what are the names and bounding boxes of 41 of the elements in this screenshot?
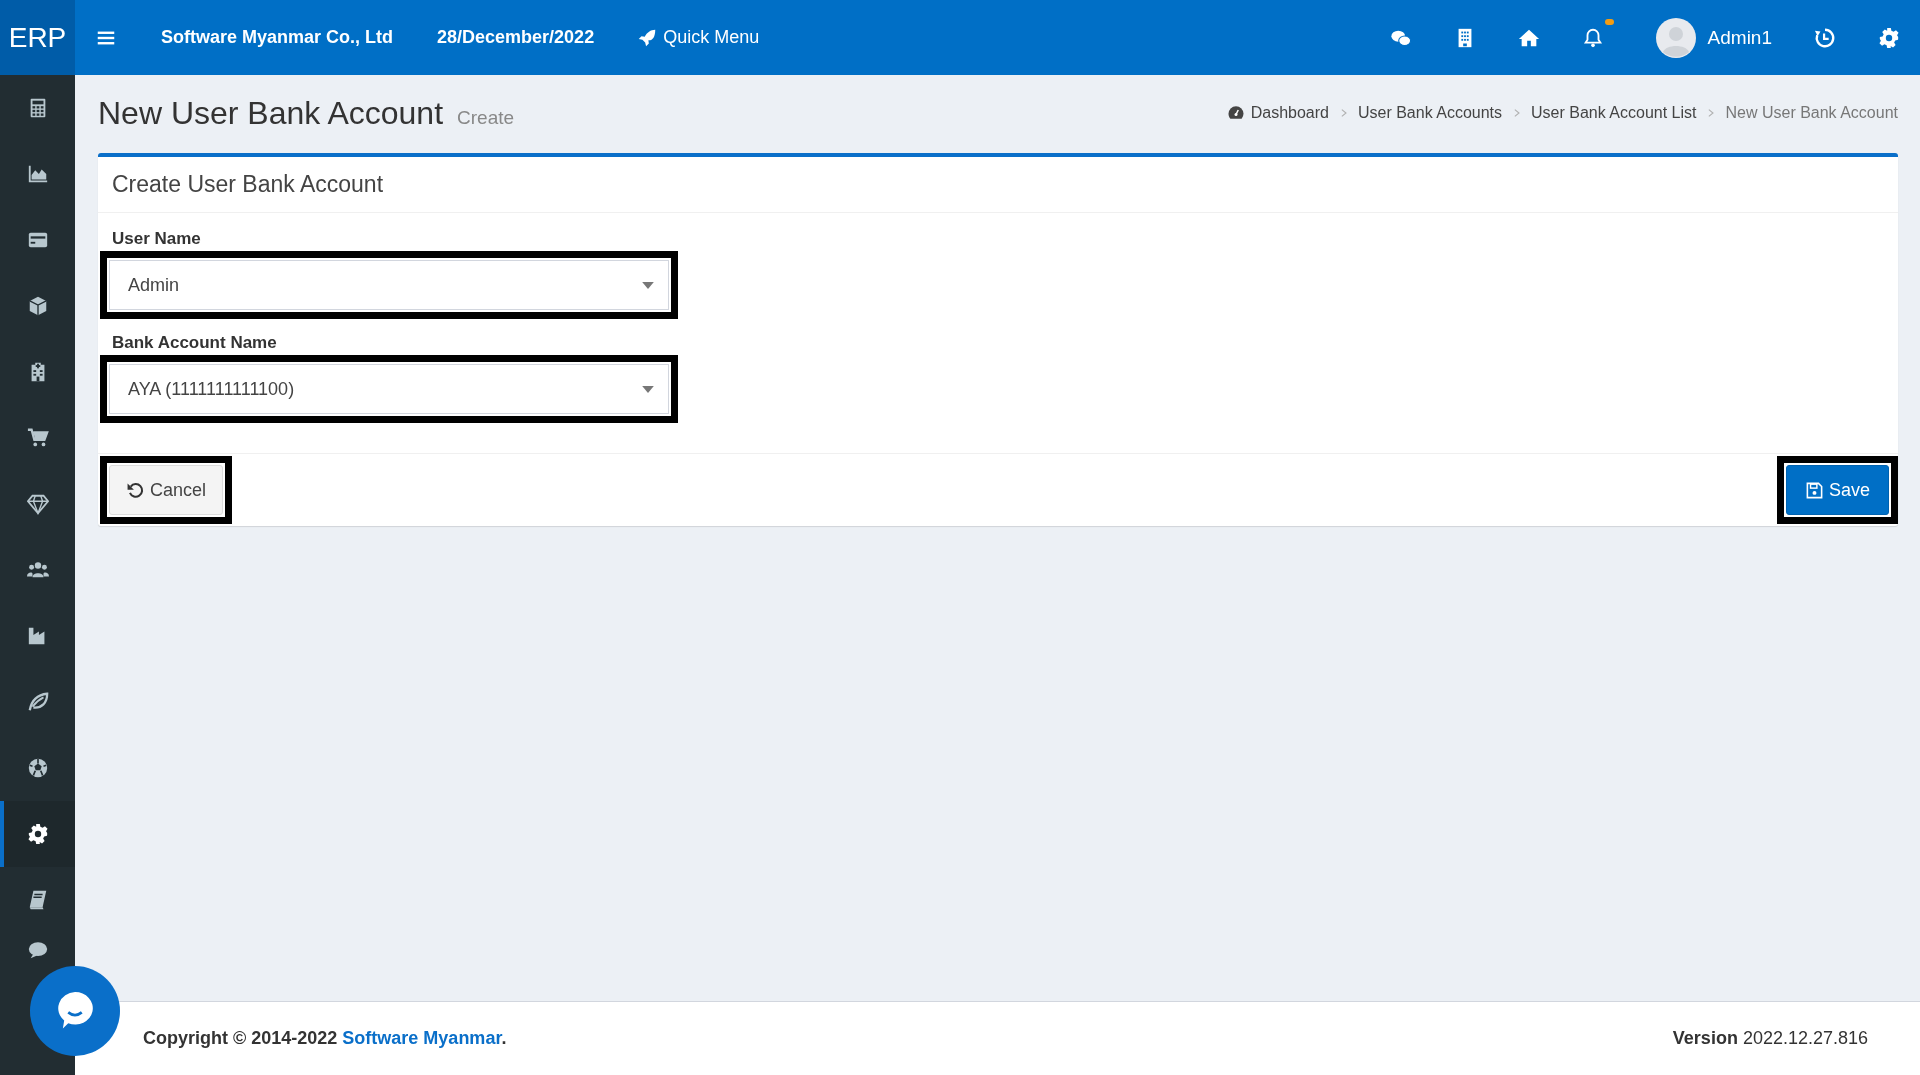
diamond-icon — [26, 493, 49, 515]
comment-icon — [26, 939, 49, 961]
app-logo[interactable]: ERP — [0, 0, 75, 75]
copyright-text: Copyright © 2014-2022 Software Myanmar. — [143, 1028, 507, 1049]
sidebar-item[interactable] — [0, 801, 75, 867]
quick-menu-link[interactable]: Quick Menu — [636, 26, 760, 49]
card-title: Create User Bank Account — [98, 157, 1898, 213]
soccer-ball-icon — [26, 757, 49, 779]
cube-icon — [26, 295, 49, 317]
caret-icon — [642, 281, 654, 289]
area-chart-icon — [26, 163, 49, 185]
dashboard-gauge-icon — [1226, 104, 1245, 122]
caret-icon — [642, 385, 654, 393]
history-icon[interactable] — [1814, 26, 1836, 49]
breadcrumb-link[interactable]: Dashboard — [1226, 104, 1329, 122]
page-title: New User Bank Account — [98, 94, 444, 132]
undo-icon — [126, 480, 145, 500]
bell-icon[interactable] — [1581, 26, 1604, 49]
user-menu[interactable]: Admin1 — [1655, 17, 1772, 58]
save-button[interactable]: Save — [1785, 465, 1889, 515]
company-link[interactable]: Software Myanmar — [342, 1028, 502, 1048]
cart-icon — [26, 427, 49, 449]
breadcrumb-link[interactable]: User Bank Account List — [1531, 104, 1697, 122]
chevron-icon — [1706, 108, 1716, 118]
cancel-button[interactable]: Cancel — [109, 465, 224, 515]
field-label: User Name — [111, 229, 201, 249]
date-text: 28/December/2022 — [437, 27, 595, 48]
settings-icon — [26, 823, 49, 845]
chevron-icon — [1512, 108, 1522, 118]
field-label: Bank Account Name — [111, 333, 277, 353]
user-name: Admin1 — [1707, 26, 1772, 49]
version-text: Version 2022.12.27.816 — [1672, 1028, 1868, 1049]
settings-icon[interactable] — [1878, 26, 1900, 49]
leaf-icon — [26, 691, 49, 713]
breadcrumb-link[interactable]: User Bank Accounts — [1357, 104, 1503, 122]
select-field[interactable]: AYA (1111111111100) — [109, 364, 669, 414]
page-subtitle: Create — [457, 106, 515, 129]
avatar-icon — [1655, 17, 1696, 58]
select-field[interactable]: Admin — [109, 260, 669, 310]
breadcrumb-current: New User Bank Account — [1725, 104, 1898, 122]
company-name: Software Myanmar Co., Ltd — [161, 27, 394, 48]
